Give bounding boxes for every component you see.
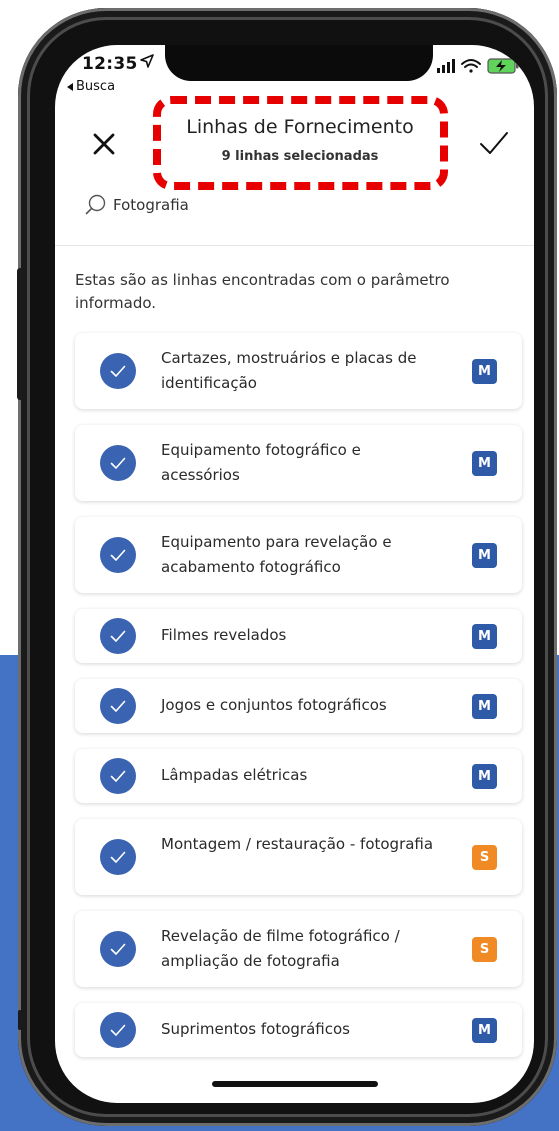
checked-circle-icon[interactable] [100,839,136,875]
list-item[interactable]: Cartazes, mostruários e placas de identi… [75,333,522,409]
list-item-label: Revelação de filme fotográfico / ampliaç… [161,927,400,970]
header-divider [55,245,534,246]
search-icon [85,194,106,215]
badge-m: M [472,1018,497,1043]
list-item[interactable]: Filmes revelados M [75,609,522,663]
checked-circle-icon[interactable] [100,758,136,794]
checkmark-icon[interactable] [478,127,510,159]
checked-circle-icon[interactable] [100,618,136,654]
checkmark-icon [110,770,126,782]
home-indicator[interactable] [212,1081,378,1087]
phone-screen: 12:35 Busca Linhas de Fornecimento 9 lin… [55,45,534,1103]
list-item-label: Montagem / restauração - fotografia [161,835,434,853]
list-item[interactable]: Equipamento para revelação e acabamento … [75,517,522,593]
volume-button [17,268,23,400]
side-button [18,1010,22,1030]
search-field[interactable]: Fotografia [85,192,189,218]
battery-charging-icon [487,58,519,74]
list-item-label: Jogos e conjuntos fotográficos [161,696,387,714]
title-highlight-box [153,96,448,190]
checkmark-icon [110,943,126,955]
back-triangle-icon [67,82,73,91]
checked-circle-icon[interactable] [100,931,136,967]
checkmark-icon [110,630,126,642]
list-item[interactable]: Revelação de filme fotográfico / ampliaç… [75,911,522,987]
badge-m: M [472,543,497,568]
list-item[interactable]: Suprimentos fotográficos M [75,1003,522,1057]
list-item-label: Equipamento para revelação e acabamento … [161,533,392,576]
list-item-label: Suprimentos fotográficos [161,1020,350,1038]
badge-s: S [472,845,497,870]
checkmark-icon [110,457,126,469]
status-icons [437,58,519,74]
location-arrow-icon [140,54,154,68]
page-title: Linhas de Fornecimento [186,116,414,138]
badge-s: S [472,937,497,962]
search-input[interactable]: Fotografia [113,196,189,214]
list-item-label: Lâmpadas elétricas [161,766,308,784]
status-time: 12:35 [82,54,138,74]
close-icon[interactable] [91,131,117,157]
checkmark-icon [110,1024,126,1036]
list-item-label: Equipamento fotográfico e acessórios [161,441,361,484]
list-item[interactable]: Montagem / restauração - fotografia S [75,819,522,895]
cellular-signal-icon [437,59,455,73]
intro-text: Estas são as linhas encontradas com o pa… [75,271,450,312]
list-item-label: Filmes revelados [161,626,287,644]
list-item[interactable]: Jogos e conjuntos fotográficos M [75,679,522,733]
list-item[interactable]: Equipamento fotográfico e acessórios M [75,425,522,501]
checkmark-icon [110,851,126,863]
badge-m: M [472,764,497,789]
list-item-label: Cartazes, mostruários e placas de identi… [161,349,417,392]
badge-m: M [472,624,497,649]
checked-circle-icon[interactable] [100,1012,136,1048]
checked-circle-icon[interactable] [100,537,136,573]
back-to-app-link[interactable]: Busca [67,79,115,94]
checkmark-icon [110,700,126,712]
checked-circle-icon[interactable] [100,445,136,481]
checkmark-icon [110,549,126,561]
back-app-label: Busca [76,79,116,94]
checkmark-icon [110,365,126,377]
list-item[interactable]: Lâmpadas elétricas M [75,749,522,803]
checked-circle-icon[interactable] [100,353,136,389]
badge-m: M [472,694,497,719]
notch [165,45,433,81]
wifi-icon [461,59,481,73]
checked-circle-icon[interactable] [100,688,136,724]
page-subtitle: 9 linhas selecionadas [221,149,379,164]
badge-m: M [472,359,497,384]
badge-m: M [472,451,497,476]
